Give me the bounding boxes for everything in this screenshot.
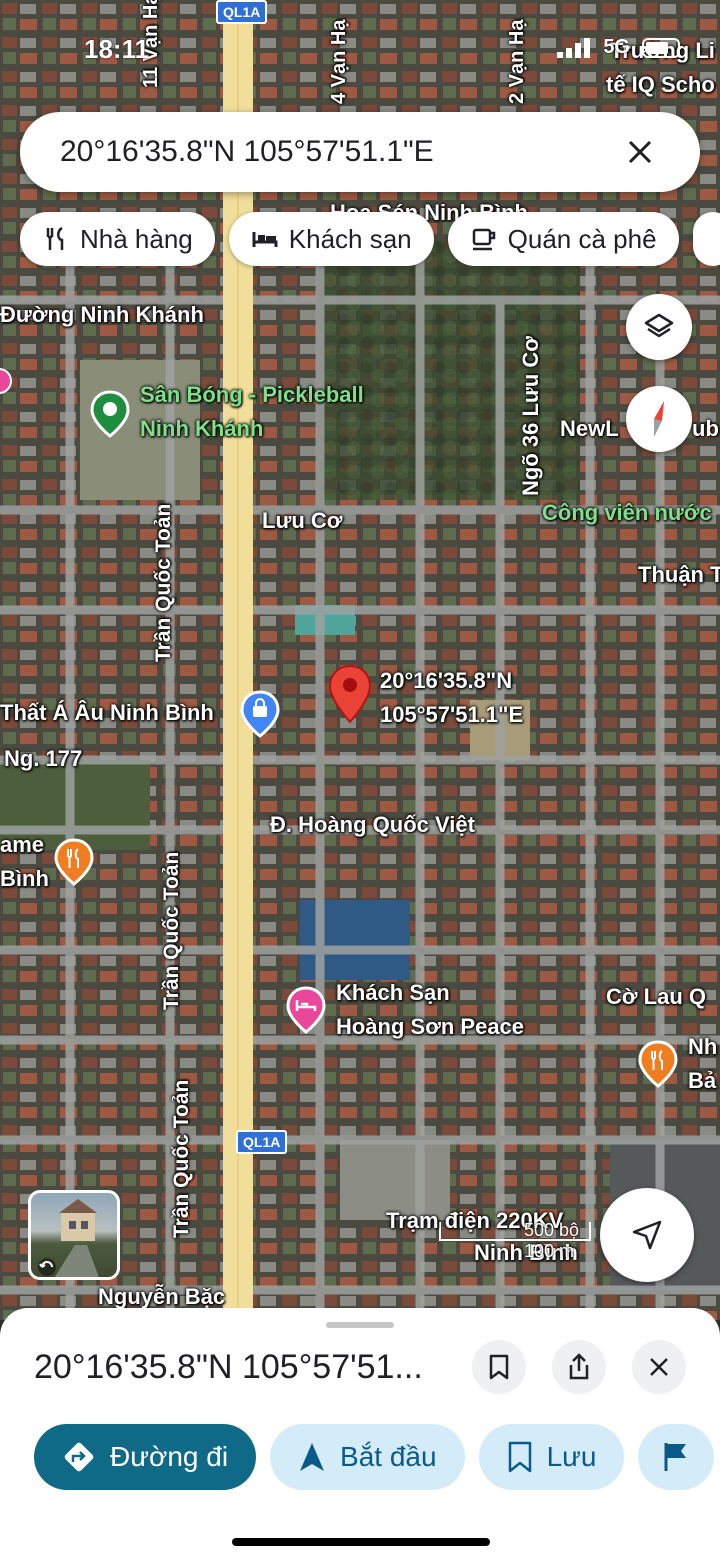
poi-label-san-bong-1[interactable]: Sân Bóng - Pickleball: [140, 382, 364, 408]
place-label-nh-1[interactable]: Nh: [688, 1034, 717, 1060]
status-indicators: 5G: [557, 36, 680, 59]
directions-label: Đường đi: [110, 1441, 229, 1472]
action-buttons: Đường đi Bắt đầu Lưu: [34, 1424, 715, 1490]
status-time: 18:11: [84, 34, 150, 64]
network-type: 5G: [603, 36, 630, 58]
chip-more[interactable]: [692, 212, 720, 266]
restaurant-poi-icon[interactable]: [54, 838, 94, 886]
search-query[interactable]: 20°16'35.8"N 105°57'51.1"E: [60, 135, 620, 169]
search-bar[interactable]: 20°16'35.8"N 105°57'51.1"E: [20, 112, 700, 192]
directions-icon: [64, 1442, 94, 1472]
place-label-nh-2[interactable]: Bả: [688, 1068, 716, 1094]
scale-bar: 500 bộ 100 m: [440, 1220, 579, 1262]
pin-label-lat: 20°16'35.8"N: [380, 668, 513, 693]
street-label-ninh-khanh: Đường Ninh Khánh: [0, 302, 204, 327]
map-imagery: [0, 0, 720, 1320]
save-label: Lưu: [546, 1441, 597, 1472]
street-label-tran-quoc-toan-2: Trần Quốc Toản: [160, 851, 183, 1010]
close-sheet-button[interactable]: [632, 1340, 686, 1394]
share-button[interactable]: [552, 1340, 606, 1394]
place-label-luu-co: Lưu Cơ: [262, 508, 343, 533]
place-title: 20°16'35.8"N 105°57'51...: [34, 1348, 423, 1386]
chip-label: Quán cà phê: [507, 223, 657, 254]
more-action-button[interactable]: [638, 1424, 715, 1490]
layers-button[interactable]: [626, 294, 692, 360]
navigation-arrow-icon: [632, 1220, 662, 1250]
save-bookmark-button[interactable]: [472, 1340, 526, 1394]
place-bottom-sheet[interactable]: 20°16'35.8"N 105°57'51... Đường đi Bắt đ…: [0, 1308, 720, 1560]
scale-meters: 100 m: [524, 1241, 575, 1261]
chip-hotels[interactable]: Khách sạn: [228, 212, 434, 266]
start-label: Bắt đầu: [340, 1441, 437, 1472]
street-label-nguyen-bac: Nguyễn Bặc: [98, 1284, 226, 1309]
category-chips: Nhà hàng Khách sạn Quán cà phê: [20, 212, 720, 266]
chip-restaurants[interactable]: Nhà hàng: [20, 212, 215, 266]
scale-feet: 500 bộ: [524, 1220, 580, 1240]
restaurant-poi-right-icon[interactable]: [638, 1040, 678, 1088]
signal-icon: [557, 37, 591, 58]
street-view-image: [38, 1199, 99, 1277]
chip-cafes[interactable]: Quán cà phê: [447, 212, 679, 266]
place-label-binh[interactable]: Bình: [0, 866, 49, 892]
navigation-arrow-icon: [300, 1443, 325, 1471]
place-label-thuan: Thuận T: [638, 562, 720, 587]
poi-label-khach-san-2[interactable]: Hoàng Sơn Peace: [336, 1014, 524, 1040]
battery-icon: [642, 37, 680, 58]
compass-icon: [654, 401, 664, 437]
street-label-hoang-quoc-viet: Đ. Hoàng Quốc Việt: [270, 812, 475, 837]
place-label-co-lau[interactable]: Cờ Lau Q: [606, 984, 706, 1010]
poi-label-cong-vien[interactable]: Công viên nước: [542, 500, 712, 526]
place-label-that-a-au[interactable]: Thất Á Âu Ninh Bình: [0, 700, 214, 726]
bookmark-icon: [489, 1354, 509, 1380]
bookmark-icon: [508, 1441, 531, 1473]
start-button[interactable]: Bắt đầu: [270, 1424, 465, 1490]
street-label-ng177: Ng. 177: [4, 746, 83, 771]
close-icon[interactable]: [620, 132, 660, 172]
compass-button[interactable]: [626, 386, 692, 452]
street-view-thumbnail[interactable]: [28, 1190, 120, 1280]
hotel-icon: [252, 232, 278, 247]
status-bar: 18:11 5G: [0, 0, 720, 100]
layers-icon: [644, 313, 674, 338]
share-icon: [569, 1353, 589, 1380]
street-label-tran-quoc-toan-1: Trần Quốc Toản: [152, 503, 175, 662]
save-button[interactable]: Lưu: [478, 1424, 625, 1490]
flag-icon: [664, 1443, 687, 1471]
restaurant-icon: [46, 226, 64, 250]
poi-pin-green-icon[interactable]: [90, 390, 130, 438]
street-label-tran-quoc-toan-3: Trần Quốc Toản: [170, 1079, 193, 1238]
road-badge-ql1a-bottom: QL1A: [236, 1130, 288, 1154]
satellite-map[interactable]: QL1A QL1A 11 Vạn Hạnh 4 Vạn Hạ 2 Vạn Hạ …: [0, 0, 720, 1320]
directions-button[interactable]: Đường đi: [34, 1424, 257, 1490]
poi-label-san-bong-2[interactable]: Ninh Khánh: [140, 416, 263, 442]
close-icon: [650, 1358, 668, 1376]
chip-label: Khách sạn: [288, 223, 412, 254]
sheet-drag-handle[interactable]: [326, 1322, 394, 1328]
hotel-poi-icon[interactable]: [286, 986, 326, 1034]
poi-label-khach-san-1[interactable]: Khách Sạn: [336, 980, 450, 1006]
chip-label: Nhà hàng: [80, 223, 193, 254]
home-indicator: [232, 1538, 490, 1546]
place-label-ub: ub: [692, 416, 719, 441]
shopping-bag-poi-icon[interactable]: [240, 690, 280, 738]
dropped-pin-icon[interactable]: [328, 664, 372, 724]
place-label-ame[interactable]: ame: [0, 832, 44, 858]
pin-label-lng: 105°57'51.1"E: [380, 702, 524, 727]
my-location-button[interactable]: [600, 1188, 694, 1282]
place-label-newl: NewL: [560, 416, 619, 441]
street-label-ngo36: Ngõ 36 Lưu Cơ: [518, 336, 543, 496]
cafe-icon: [472, 228, 495, 251]
